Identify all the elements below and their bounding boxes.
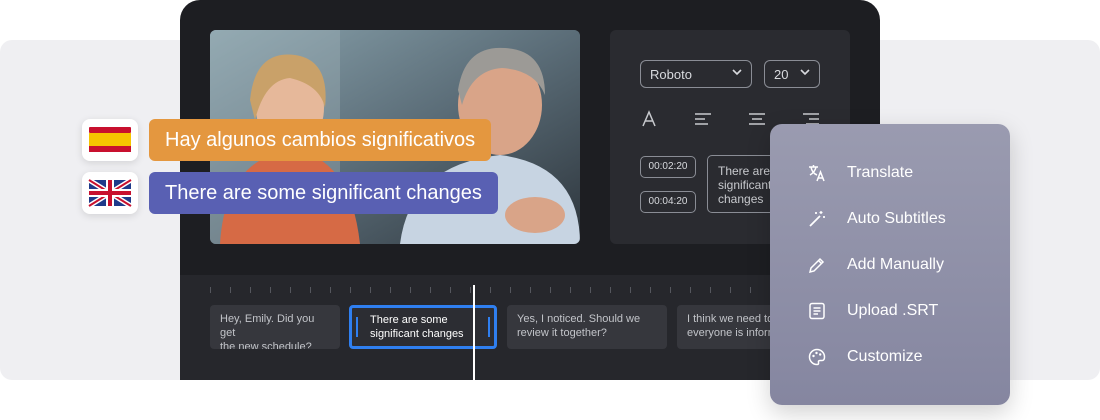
timeline-tick <box>270 287 271 293</box>
timeline-tick <box>490 287 491 293</box>
clip-line: Yes, I noticed. Should we <box>517 313 641 325</box>
timeline-tick <box>570 287 571 293</box>
timeline-tick <box>290 287 291 293</box>
pencil-icon <box>808 256 826 274</box>
english-caption: There are some significant changes <box>149 172 498 214</box>
timeline-ruler <box>210 287 850 293</box>
uk-flag-icon <box>87 177 133 209</box>
subtitle-clip[interactable]: Yes, I noticed. Should we review it toge… <box>507 305 667 349</box>
timeline-tick <box>250 287 251 293</box>
font-select-value: Roboto <box>650 67 692 82</box>
menu-item-label: Add Manually <box>847 256 944 273</box>
font-select[interactable]: Roboto <box>640 60 752 88</box>
timeline-tick <box>550 287 551 293</box>
trim-handle-right[interactable] <box>488 317 490 337</box>
chevron-down-icon <box>799 66 811 81</box>
document-icon <box>808 302 826 320</box>
timeline-tick <box>630 287 631 293</box>
timeline-tick <box>670 287 671 293</box>
timeline-tick <box>370 287 371 293</box>
timecode-start[interactable]: 00:02:20 <box>640 156 696 178</box>
clip-line: Hey, Emily. Did you get <box>220 313 315 339</box>
timecode-end[interactable]: 00:04:20 <box>640 191 696 213</box>
clip-line: review it together? <box>517 327 607 339</box>
palette-icon <box>808 348 826 366</box>
menu-item-label: Upload .SRT <box>847 302 939 319</box>
english-flag-card <box>82 172 138 214</box>
spain-flag-icon <box>89 127 131 152</box>
trim-handle-left[interactable] <box>356 317 358 337</box>
spanish-flag-card <box>82 119 138 161</box>
timeline-tick <box>230 287 231 293</box>
clip-line: everyone is inform <box>687 327 777 339</box>
subtitle-clip[interactable]: Hey, Emily. Did you get the new schedule… <box>210 305 340 349</box>
translate-icon <box>808 164 826 182</box>
timeline-tick <box>210 287 211 293</box>
menu-item-upload-srt[interactable]: Upload .SRT <box>808 299 998 323</box>
timeline-tick <box>450 287 451 293</box>
align-center-icon[interactable] <box>748 110 766 128</box>
timeline-tick <box>530 287 531 293</box>
timeline-tick <box>750 287 751 293</box>
menu-item-label: Auto Subtitles <box>847 210 946 227</box>
menu-item-add-manually[interactable]: Add Manually <box>808 253 998 277</box>
menu-item-customize[interactable]: Customize <box>808 345 998 369</box>
timeline-tick <box>470 287 471 293</box>
timeline-tick <box>730 287 731 293</box>
magic-wand-icon <box>808 210 826 228</box>
menu-item-auto-subtitles[interactable]: Auto Subtitles <box>808 207 998 231</box>
clip-line: There are some <box>370 314 448 326</box>
timeline-tick <box>590 287 591 293</box>
timeline-tick <box>710 287 711 293</box>
timeline-tick <box>350 287 351 293</box>
subtitle-actions-menu: Translate Auto Subtitles Add Manually Up… <box>770 124 1010 405</box>
align-left-icon[interactable] <box>694 110 712 128</box>
timeline-tick <box>330 287 331 293</box>
text-color-icon[interactable] <box>640 110 658 128</box>
timeline-playhead[interactable] <box>473 285 475 380</box>
timeline-tick <box>310 287 311 293</box>
timeline-tick <box>430 287 431 293</box>
menu-item-label: Customize <box>847 348 923 365</box>
menu-item-label: Translate <box>847 164 914 181</box>
timeline-tick <box>650 287 651 293</box>
timeline-tick <box>410 287 411 293</box>
font-size-value: 20 <box>774 67 789 82</box>
spanish-caption: Hay algunos cambios significativos <box>149 119 492 161</box>
timeline-tick <box>690 287 691 293</box>
menu-item-translate[interactable]: Translate <box>808 161 998 185</box>
clip-line: I think we need to <box>687 313 774 325</box>
timeline-tick <box>390 287 391 293</box>
chevron-down-icon <box>731 66 743 81</box>
clip-line: the new schedule? <box>220 341 312 349</box>
timeline-tick <box>510 287 511 293</box>
timeline-tick <box>610 287 611 293</box>
font-size-select[interactable]: 20 <box>764 60 820 88</box>
clip-line: significant changes <box>370 328 464 340</box>
